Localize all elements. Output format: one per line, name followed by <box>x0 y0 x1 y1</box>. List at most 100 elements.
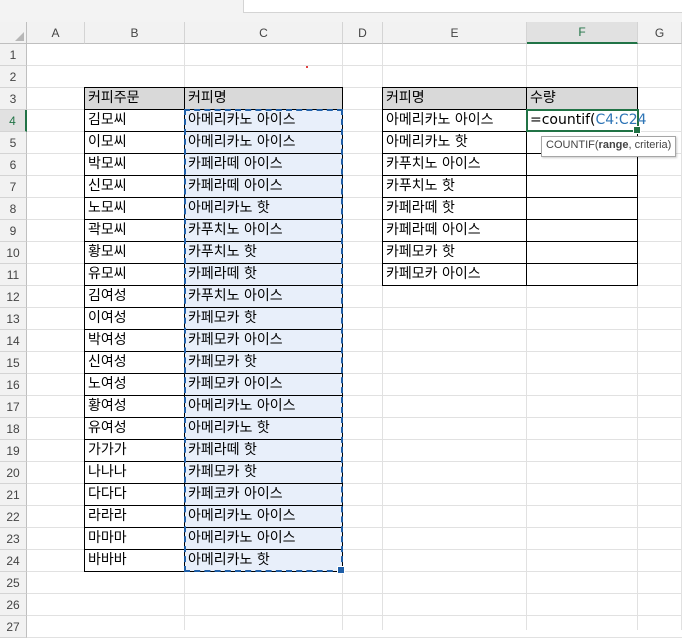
summary-coffee-cell[interactable]: 카페모카 핫 <box>382 241 527 264</box>
order-name-cell[interactable]: 다다다 <box>84 483 185 506</box>
order-name-cell[interactable]: 박여성 <box>84 329 185 352</box>
order-coffee-cell[interactable]: 카페코카 아이스 <box>184 483 343 506</box>
summary-coffee-cell[interactable]: 카푸치노 핫 <box>382 175 527 198</box>
order-name-cell[interactable]: 김모씨 <box>84 109 185 132</box>
order-coffee-cell[interactable]: 아메리카노 아이스 <box>184 505 343 528</box>
row-header-15[interactable]: 15 <box>0 352 27 374</box>
order-name-cell[interactable]: 이모씨 <box>84 131 185 154</box>
order-coffee-cell[interactable]: 아메리카노 아이스 <box>184 131 343 154</box>
row-header-7[interactable]: 7 <box>0 176 27 198</box>
row-header-6[interactable]: 6 <box>0 154 27 176</box>
column-header-c[interactable]: C <box>185 22 343 44</box>
header-cell-summary-coffee[interactable]: 커피명 <box>382 87 527 110</box>
order-name-cell[interactable]: 나나나 <box>84 461 185 484</box>
row-header-16[interactable]: 16 <box>0 374 27 396</box>
order-coffee-cell[interactable]: 카페모카 핫 <box>184 307 343 330</box>
order-name-cell[interactable]: 유모씨 <box>84 263 185 286</box>
row-header-4[interactable]: 4 <box>0 110 27 132</box>
summary-coffee-cell[interactable]: 카푸치노 아이스 <box>382 153 527 176</box>
order-name-cell[interactable]: 바바바 <box>84 549 185 572</box>
order-coffee-cell[interactable]: 카페모카 아이스 <box>184 329 343 352</box>
order-coffee-cell[interactable]: 카페모카 핫 <box>184 351 343 374</box>
summary-coffee-cell[interactable]: 카페모카 아이스 <box>382 263 527 286</box>
summary-coffee-cell[interactable]: 카페라떼 핫 <box>382 197 527 220</box>
header-cell-quantity[interactable]: 수량 <box>526 87 638 110</box>
quantity-cell[interactable] <box>526 175 638 198</box>
summary-coffee-cell[interactable]: 아메리카노 핫 <box>382 131 527 154</box>
row-header-13[interactable]: 13 <box>0 308 27 330</box>
order-coffee-cell[interactable]: 아메리카노 아이스 <box>184 395 343 418</box>
quantity-cell[interactable] <box>526 241 638 264</box>
active-cell-f4[interactable]: =countif(C4:C24 <box>526 109 647 134</box>
row-header-11[interactable]: 11 <box>0 264 27 286</box>
quantity-cell[interactable] <box>526 263 638 286</box>
formula-bar-input[interactable] <box>243 0 682 13</box>
order-coffee-cell[interactable]: 카푸치노 아이스 <box>184 219 343 242</box>
row-header-10[interactable]: 10 <box>0 242 27 264</box>
order-name-cell[interactable]: 유여성 <box>84 417 185 440</box>
row-header-1[interactable]: 1 <box>0 44 27 66</box>
row-header-3[interactable]: 3 <box>0 88 27 110</box>
order-coffee-cell[interactable]: 카페라떼 아이스 <box>184 153 343 176</box>
header-cell-coffee-name[interactable]: 커피명 <box>184 87 343 110</box>
order-name-cell[interactable]: 박모씨 <box>84 153 185 176</box>
column-header-e[interactable]: E <box>383 22 527 44</box>
summary-coffee-cell[interactable]: 카페라떼 아이스 <box>382 219 527 242</box>
order-coffee-cell[interactable]: 카페라떼 핫 <box>184 263 343 286</box>
summary-coffee-cell[interactable]: 아메리카노 아이스 <box>382 109 527 132</box>
row-header-12[interactable]: 12 <box>0 286 27 308</box>
order-coffee-cell[interactable]: 아메리카노 핫 <box>184 197 343 220</box>
row-header-23[interactable]: 23 <box>0 528 27 550</box>
order-coffee-cell[interactable]: 아메리카노 핫 <box>184 549 343 572</box>
order-name-cell[interactable]: 신여성 <box>84 351 185 374</box>
order-name-cell[interactable]: 노여성 <box>84 373 185 396</box>
formula-text[interactable]: =countif(C4:C24 <box>528 111 647 130</box>
order-name-cell[interactable]: 곽모씨 <box>84 219 185 242</box>
fill-handle[interactable] <box>633 126 641 134</box>
column-header-a[interactable]: A <box>27 22 85 44</box>
row-header-20[interactable]: 20 <box>0 462 27 484</box>
row-header-9[interactable]: 9 <box>0 220 27 242</box>
column-header-g[interactable]: G <box>638 22 682 44</box>
order-coffee-cell[interactable]: 카푸치노 핫 <box>184 241 343 264</box>
row-header-8[interactable]: 8 <box>0 198 27 220</box>
row-header-19[interactable]: 19 <box>0 440 27 462</box>
row-header-24[interactable]: 24 <box>0 550 27 572</box>
select-all-button[interactable] <box>0 22 27 44</box>
row-header-22[interactable]: 22 <box>0 506 27 528</box>
row-header-27[interactable]: 27 <box>0 616 27 638</box>
row-header-14[interactable]: 14 <box>0 330 27 352</box>
order-name-cell[interactable]: 김여성 <box>84 285 185 308</box>
order-coffee-cell[interactable]: 아메리카노 핫 <box>184 417 343 440</box>
row-header-2[interactable]: 2 <box>0 66 27 88</box>
order-name-cell[interactable]: 신모씨 <box>84 175 185 198</box>
order-name-cell[interactable]: 가가가 <box>84 439 185 462</box>
order-coffee-cell[interactable]: 카푸치노 아이스 <box>184 285 343 308</box>
order-coffee-cell[interactable]: 카페모카 핫 <box>184 461 343 484</box>
order-name-cell[interactable]: 이여성 <box>84 307 185 330</box>
tooltip-arg-range: range <box>598 139 629 151</box>
order-name-cell[interactable]: 황모씨 <box>84 241 185 264</box>
order-coffee-cell[interactable]: 카페라떼 핫 <box>184 439 343 462</box>
order-name-cell[interactable]: 황여성 <box>84 395 185 418</box>
order-coffee-cell[interactable]: 카페모카 아이스 <box>184 373 343 396</box>
row-header-17[interactable]: 17 <box>0 396 27 418</box>
order-coffee-cell[interactable]: 카페라떼 아이스 <box>184 175 343 198</box>
spreadsheet-grid[interactable]: A B C D E F G 1 2 3 4 5 6 7 8 9 10 11 12 13 14 15 16 17 18 19 20 21… <box>0 22 682 638</box>
column-header-b[interactable]: B <box>85 22 185 44</box>
order-coffee-cell[interactable]: 아메리카노 아이스 <box>184 527 343 550</box>
row-header-18[interactable]: 18 <box>0 418 27 440</box>
column-header-f[interactable]: F <box>527 22 638 44</box>
order-name-cell[interactable]: 마마마 <box>84 527 185 550</box>
order-name-cell[interactable]: 노모씨 <box>84 197 185 220</box>
header-cell-order-name[interactable]: 커피주문 <box>84 87 185 110</box>
quantity-cell[interactable] <box>526 197 638 220</box>
order-coffee-cell[interactable]: 아메리카노 아이스 <box>184 109 343 132</box>
row-header-21[interactable]: 21 <box>0 484 27 506</box>
row-header-5[interactable]: 5 <box>0 132 27 154</box>
column-header-d[interactable]: D <box>343 22 383 44</box>
order-name-cell[interactable]: 라라라 <box>84 505 185 528</box>
quantity-cell[interactable] <box>526 219 638 242</box>
row-header-26[interactable]: 26 <box>0 594 27 616</box>
row-header-25[interactable]: 25 <box>0 572 27 594</box>
